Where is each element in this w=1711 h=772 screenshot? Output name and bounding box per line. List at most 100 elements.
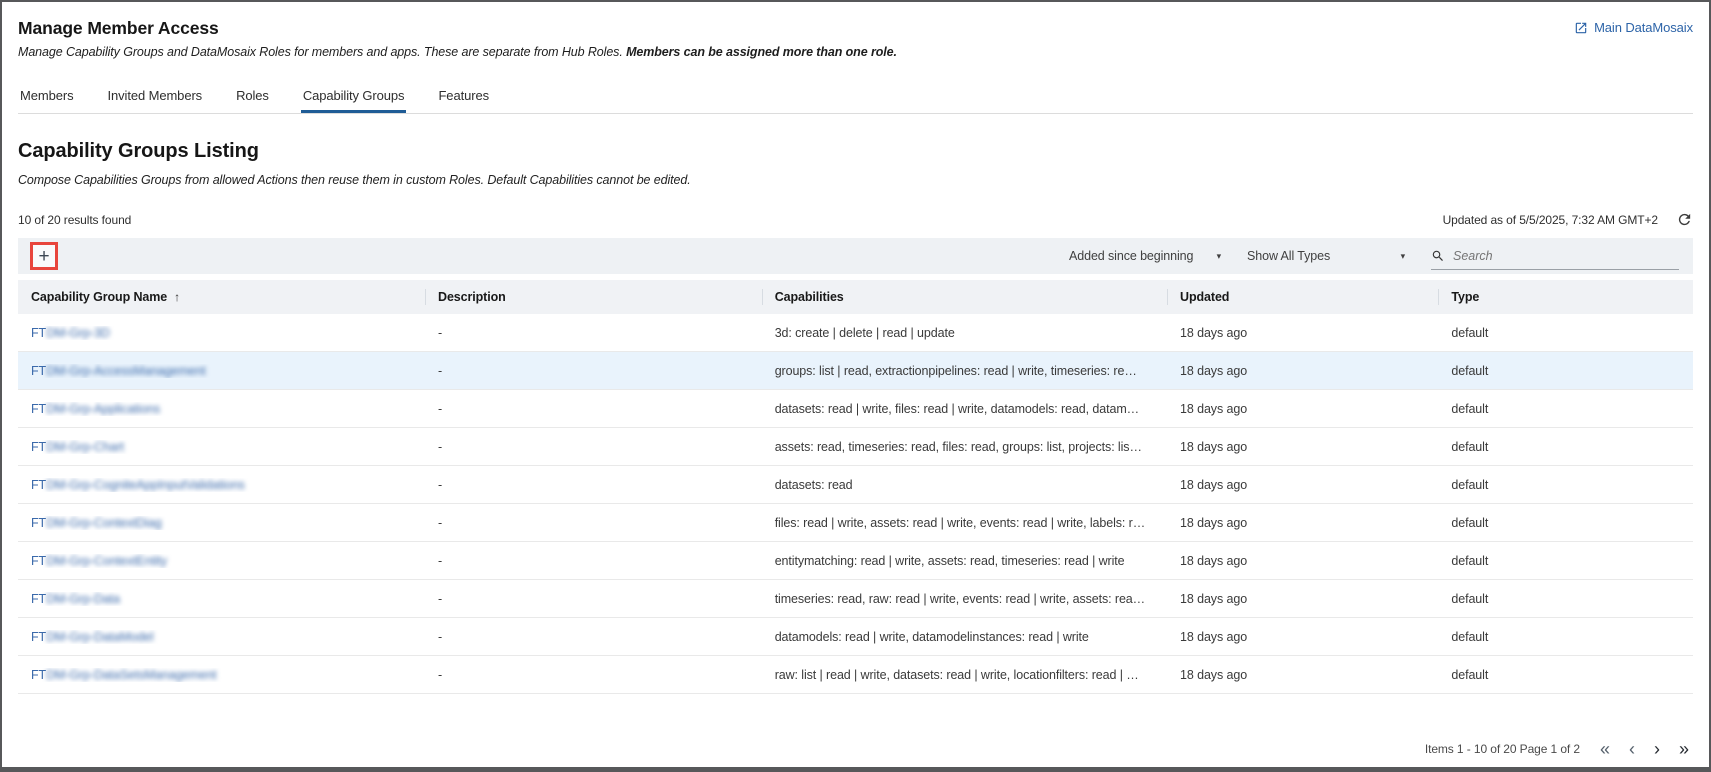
- added-since-filter[interactable]: Added since beginning ▾: [1069, 249, 1221, 263]
- table-row: FTDM-Grp-3D-3d: create | delete | read |…: [18, 314, 1693, 352]
- external-link-icon: [1574, 21, 1588, 35]
- cell-updated: 18 days ago: [1167, 630, 1438, 644]
- cell-updated: 18 days ago: [1167, 326, 1438, 340]
- name-redacted-text: DM-Grp-3D: [46, 326, 110, 340]
- cell-description: -: [425, 516, 762, 530]
- cell-capability-group-name: FTDM-Grp-Chart: [18, 440, 425, 454]
- column-header-label: Description: [438, 290, 506, 304]
- cell-capabilities: datasets: read: [762, 478, 1167, 492]
- capability-group-link[interactable]: FTDM-Grp-ContextEntity: [31, 554, 167, 568]
- cell-description: -: [425, 364, 762, 378]
- table-row: FTDM-Grp-ContextEntity -entitymatching: r…: [18, 542, 1693, 580]
- cell-updated: 18 days ago: [1167, 668, 1438, 682]
- column-header-label: Capabilities: [775, 290, 844, 304]
- subtitle-regular: Manage Capability Groups and DataMosaix …: [18, 45, 626, 59]
- column-header-capability-group-name[interactable]: Capability Group Name↑: [18, 280, 425, 314]
- name-redacted-text: DM-Grp-DataModel: [46, 630, 153, 644]
- cell-capability-group-name: FTDM-Grp-3D: [18, 326, 425, 340]
- capability-group-link[interactable]: FTDM-Grp-AccessManagement: [31, 364, 206, 378]
- cell-capability-group-name: FTDM-Grp-Applications: [18, 402, 425, 416]
- first-page-icon[interactable]: «: [1600, 740, 1610, 758]
- main-datamosaix-link[interactable]: Main DataMosaix: [1574, 20, 1693, 35]
- name-redacted-text: DM-Grp-Chart: [46, 440, 124, 454]
- capability-group-link[interactable]: FTDM-Grp-Chart: [31, 440, 124, 454]
- column-header-type[interactable]: Type: [1438, 280, 1693, 314]
- cell-capability-group-name: FTDM-Grp-Data: [18, 592, 425, 606]
- cell-capabilities: timeseries: read, raw: read | write, eve…: [762, 592, 1167, 606]
- manage-member-access-page: Manage Member Access Main DataMosaix Man…: [2, 2, 1709, 758]
- cell-capabilities: entitymatching: read | write, assets: re…: [762, 554, 1167, 568]
- cell-capabilities: assets: read, timeseries: read, files: r…: [762, 440, 1167, 454]
- cell-capabilities: raw: list | read | write, datasets: read…: [762, 668, 1167, 682]
- name-visible-prefix: FT: [31, 440, 46, 454]
- tab-capability-groups[interactable]: Capability Groups: [301, 79, 407, 113]
- results-row: 10 of 20 results found Updated as of 5/5…: [18, 211, 1693, 228]
- chevron-down-icon: ▾: [1401, 251, 1405, 262]
- plus-icon: +: [39, 247, 50, 266]
- subtitle-bold: Members can be assigned more than one ro…: [626, 45, 897, 59]
- cell-capability-group-name: FTDM-Grp-CogniteAppInputValidations: [18, 478, 425, 492]
- capability-group-link[interactable]: FTDM-Grp-Data: [31, 592, 120, 606]
- capability-group-link[interactable]: FTDM-Grp-3D: [31, 326, 110, 340]
- next-page-icon[interactable]: ›: [1654, 740, 1660, 758]
- table-row: FTDM-Grp-Chart -assets: read, timeseries:…: [18, 428, 1693, 466]
- tab-bar: Members Invited Members Roles Capability Gr…: [18, 79, 1693, 114]
- cell-capabilities: groups: list | read, extractionpipelines…: [762, 364, 1167, 378]
- cell-capabilities: files: read | write, assets: read | writ…: [762, 516, 1167, 530]
- cell-capability-group-name: FTDM-Grp-ContextDiag: [18, 516, 425, 530]
- cell-type: default: [1438, 668, 1693, 682]
- name-visible-prefix: FT: [31, 668, 46, 682]
- table-row: FTDM-Grp-Applications-datasets: read | w…: [18, 390, 1693, 428]
- cell-capabilities: datamodels: read | write, datamodelinsta…: [762, 630, 1167, 644]
- chevron-down-icon: ▾: [1217, 251, 1221, 262]
- refresh-button[interactable]: [1676, 211, 1693, 228]
- cell-capability-group-name: FTDM-Grp-DataModel: [18, 630, 425, 644]
- add-capability-group-button[interactable]: +: [30, 242, 58, 270]
- listing-description: Compose Capabilities Groups from allowed…: [18, 173, 1693, 187]
- sort-ascending-icon: ↑: [174, 290, 180, 304]
- page-subtitle: Manage Capability Groups and DataMosaix …: [18, 45, 1693, 59]
- name-visible-prefix: FT: [31, 364, 46, 378]
- last-page-icon[interactable]: »: [1679, 740, 1689, 758]
- updated-timestamp: Updated as of 5/5/2025, 7:32 AM GMT+2: [1443, 213, 1658, 227]
- capability-group-link[interactable]: FTDM-Grp-Applications: [31, 402, 160, 416]
- column-header-label: Updated: [1180, 290, 1229, 304]
- results-count: 10 of 20 results found: [18, 213, 131, 227]
- table-row: FTDM-Grp-Data -timeseries: read, raw: rea…: [18, 580, 1693, 618]
- cell-type: default: [1438, 402, 1693, 416]
- capability-group-link[interactable]: FTDM-Grp-ContextDiag: [31, 516, 162, 530]
- tab-invited-members[interactable]: Invited Members: [105, 79, 204, 113]
- column-header-capabilities[interactable]: Capabilities: [762, 280, 1167, 314]
- name-redacted-text: DM-Grp-ContextEntity: [46, 554, 167, 568]
- name-redacted-text: DM-Grp-Applications: [46, 402, 160, 416]
- column-header-updated[interactable]: Updated: [1167, 280, 1438, 314]
- name-visible-prefix: FT: [31, 554, 46, 568]
- search-box: [1431, 243, 1679, 270]
- cell-capability-group-name: FTDM-Grp-DataSetsManagement: [18, 668, 425, 682]
- capability-group-link[interactable]: FTDM-Grp-CogniteAppInputValidations: [31, 478, 245, 492]
- capability-group-link[interactable]: FTDM-Grp-DataSetsManagement: [31, 668, 217, 682]
- pagination-items-text: Items 1 - 10 of 20 Page 1 of 2: [1425, 742, 1580, 756]
- cell-description: -: [425, 440, 762, 454]
- cell-type: default: [1438, 630, 1693, 644]
- tab-members[interactable]: Members: [18, 79, 75, 113]
- cell-description: -: [425, 478, 762, 492]
- cell-updated: 18 days ago: [1167, 440, 1438, 454]
- name-visible-prefix: FT: [31, 402, 46, 416]
- table-header: Capability Group Name↑ Description Capabil…: [18, 280, 1693, 314]
- tab-roles[interactable]: Roles: [234, 79, 271, 113]
- search-input[interactable]: [1453, 249, 1679, 263]
- cell-type: default: [1438, 364, 1693, 378]
- previous-page-icon[interactable]: ‹: [1629, 740, 1635, 758]
- table-row: FTDM-Grp-CogniteAppInputValidations -data…: [18, 466, 1693, 504]
- cell-description: -: [425, 326, 762, 340]
- cell-description: -: [425, 592, 762, 606]
- name-redacted-text: DM-Grp-DataSetsManagement: [46, 668, 216, 682]
- cell-type: default: [1438, 592, 1693, 606]
- tab-features[interactable]: Features: [436, 79, 491, 113]
- cell-description: -: [425, 554, 762, 568]
- capability-group-link[interactable]: FTDM-Grp-DataModel: [31, 630, 154, 644]
- name-visible-prefix: FT: [31, 326, 46, 340]
- type-filter[interactable]: Show All Types ▾: [1247, 249, 1405, 263]
- column-header-description[interactable]: Description: [425, 280, 762, 314]
